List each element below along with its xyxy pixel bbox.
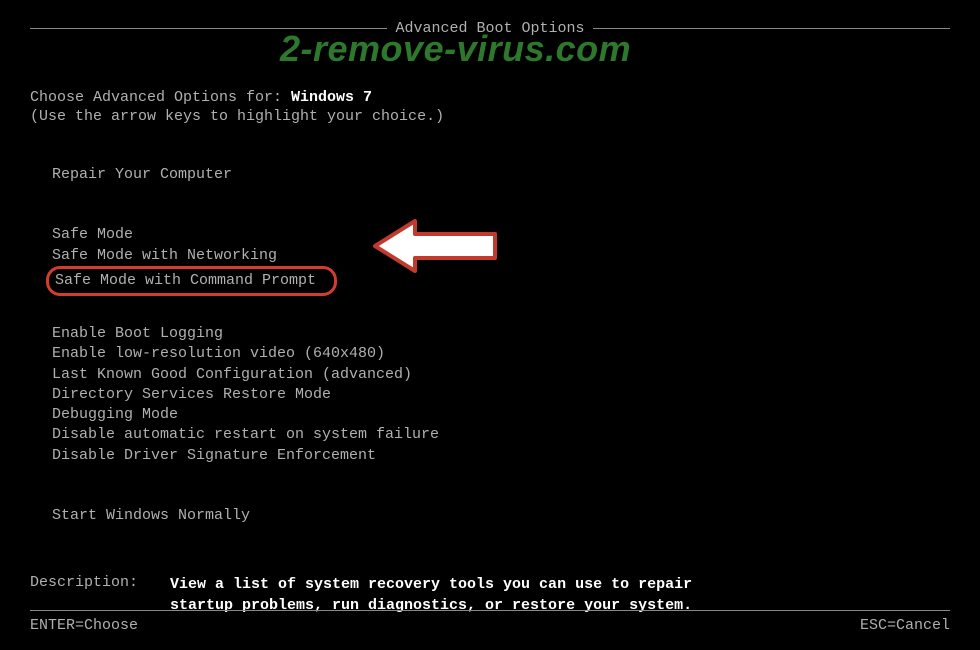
- option-ds-restore-mode[interactable]: Directory Services Restore Mode: [52, 385, 950, 405]
- screen-title: Advanced Boot Options: [387, 20, 592, 37]
- os-name: Windows 7: [291, 89, 372, 106]
- option-low-res-video[interactable]: Enable low-resolution video (640x480): [52, 344, 950, 364]
- option-group-repair: Repair Your Computer: [30, 165, 950, 185]
- option-group-advanced: Enable Boot Logging Enable low-resolutio…: [30, 324, 950, 466]
- arrow-icon: [370, 216, 500, 276]
- divider-right: [593, 28, 950, 29]
- option-disable-auto-restart[interactable]: Disable automatic restart on system fail…: [52, 425, 950, 445]
- option-repair-computer[interactable]: Repair Your Computer: [52, 165, 950, 185]
- option-group-normal: Start Windows Normally: [30, 506, 950, 526]
- option-debugging-mode[interactable]: Debugging Mode: [52, 405, 950, 425]
- option-disable-driver-sig[interactable]: Disable Driver Signature Enforcement: [52, 446, 950, 466]
- boot-options-screen: Advanced Boot Options 2-remove-virus.com…: [0, 0, 980, 650]
- prompt-row: Choose Advanced Options for: Windows 7: [30, 89, 950, 106]
- footer-divider: [30, 610, 950, 611]
- option-safe-mode[interactable]: Safe Mode: [52, 225, 950, 245]
- title-bar: Advanced Boot Options: [30, 20, 950, 37]
- option-safe-mode-cmd[interactable]: Safe Mode with Command Prompt: [52, 266, 950, 296]
- prompt-label: Choose Advanced Options for:: [30, 89, 291, 106]
- footer: ENTER=Choose ESC=Cancel: [30, 610, 950, 634]
- hint-text: (Use the arrow keys to highlight your ch…: [30, 108, 950, 125]
- option-start-normally[interactable]: Start Windows Normally: [52, 506, 950, 526]
- option-safe-mode-networking[interactable]: Safe Mode with Networking: [52, 246, 950, 266]
- option-last-known-good[interactable]: Last Known Good Configuration (advanced): [52, 365, 950, 385]
- divider-left: [30, 28, 387, 29]
- highlight-ring: Safe Mode with Command Prompt: [46, 266, 337, 296]
- option-boot-logging[interactable]: Enable Boot Logging: [52, 324, 950, 344]
- footer-enter-hint: ENTER=Choose: [30, 617, 138, 634]
- footer-esc-hint: ESC=Cancel: [860, 617, 950, 634]
